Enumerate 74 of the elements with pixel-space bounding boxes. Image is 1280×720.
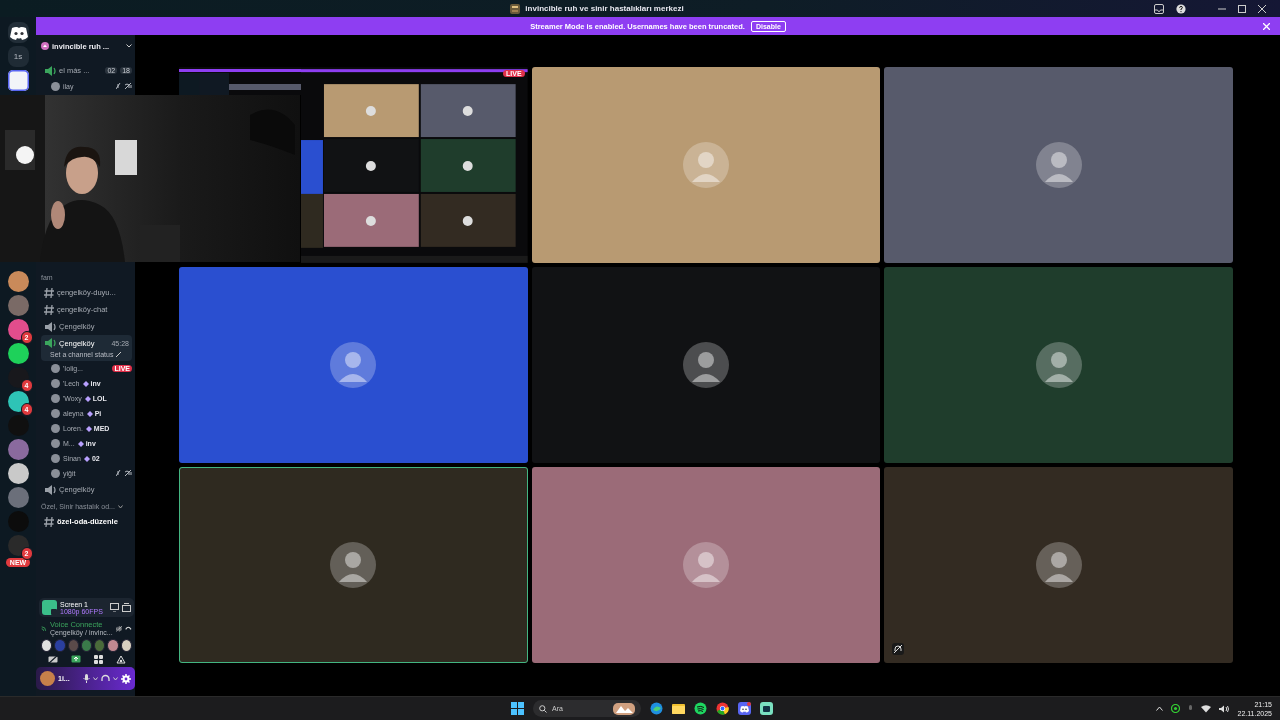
microphone-icon[interactable] [83, 674, 90, 683]
maximize-icon[interactable] [1238, 4, 1246, 13]
participant-tile[interactable] [884, 467, 1233, 663]
direct-messages-button[interactable]: 1s [7, 46, 29, 67]
speaker-icon [44, 483, 56, 496]
server-badge-icon [41, 42, 49, 50]
status-icon[interactable] [1171, 704, 1181, 713]
spotify-icon[interactable] [694, 702, 707, 715]
inbox-icon[interactable] [1154, 3, 1164, 14]
speaker-icon [44, 320, 56, 333]
noise-suppression-icon[interactable] [115, 623, 123, 633]
signal-icon [41, 623, 47, 633]
chevron-icon[interactable] [126, 44, 132, 48]
avatar [683, 542, 729, 588]
avatar [330, 342, 377, 388]
avatar [1035, 342, 1082, 388]
discord-icon[interactable] [738, 702, 751, 715]
chrome-icon[interactable] [716, 702, 729, 715]
avatar[interactable] [107, 639, 119, 652]
edge-icon[interactable] [650, 702, 663, 715]
discord-logo[interactable] [7, 22, 29, 43]
participant-tile[interactable] [179, 267, 528, 463]
chevron-up-icon[interactable] [1156, 706, 1164, 711]
speaker-icon [44, 337, 56, 349]
camera-off-icon[interactable] [47, 655, 58, 664]
role-icon [85, 425, 92, 432]
hash-icon [44, 286, 54, 299]
search-highlight-icon [613, 702, 635, 715]
role-icon [83, 455, 90, 462]
avatar [1035, 542, 1082, 588]
avatar[interactable] [120, 639, 132, 652]
wifi-icon[interactable] [1201, 704, 1212, 713]
windows-start-icon[interactable] [511, 702, 524, 715]
participant-tile[interactable] [531, 267, 881, 463]
activities-icon[interactable] [93, 655, 103, 664]
screen-share-icon[interactable] [70, 655, 81, 664]
chevron-icon[interactable] [117, 504, 123, 509]
server-icon[interactable] [7, 70, 29, 91]
participant-tile[interactable] [884, 67, 1233, 263]
avatar[interactable] [41, 639, 53, 652]
folder-icon[interactable] [672, 702, 685, 715]
settings-icon[interactable] [121, 673, 131, 684]
chevron-icon[interactable] [93, 676, 98, 681]
app-icon[interactable] [760, 702, 773, 715]
help-icon[interactable] [1176, 3, 1186, 14]
participant-tile[interactable] [179, 467, 528, 663]
role-icon [77, 440, 84, 447]
search-icon [539, 704, 547, 713]
headphones-icon[interactable] [101, 674, 110, 683]
participant-tile[interactable] [884, 267, 1233, 463]
window-title: invincible ruh ve sinir hastalıkları merkezi [525, 4, 684, 13]
role-icon [84, 395, 91, 402]
server-icon [510, 3, 521, 14]
avatar [683, 142, 729, 188]
server-icon[interactable] [7, 271, 29, 292]
volume-icon[interactable] [1219, 704, 1230, 713]
speaker-icon [44, 64, 56, 77]
participant-tile[interactable] [531, 67, 881, 263]
popout-icon[interactable] [122, 603, 131, 612]
role-icon [86, 410, 93, 417]
participant-tile[interactable] [531, 467, 881, 663]
server-icon[interactable] [7, 463, 29, 484]
server-icon[interactable] [7, 343, 29, 364]
avatar [1035, 142, 1082, 188]
avatar [683, 342, 729, 388]
avatar [330, 542, 377, 588]
avatar [51, 82, 60, 91]
role-icon [82, 380, 89, 387]
screen-icon[interactable] [110, 603, 119, 612]
close-icon[interactable] [1258, 4, 1266, 13]
hash-icon [44, 303, 54, 316]
pencil-icon [116, 351, 122, 357]
hash-icon [44, 515, 54, 528]
disconnect-icon[interactable] [125, 625, 132, 631]
